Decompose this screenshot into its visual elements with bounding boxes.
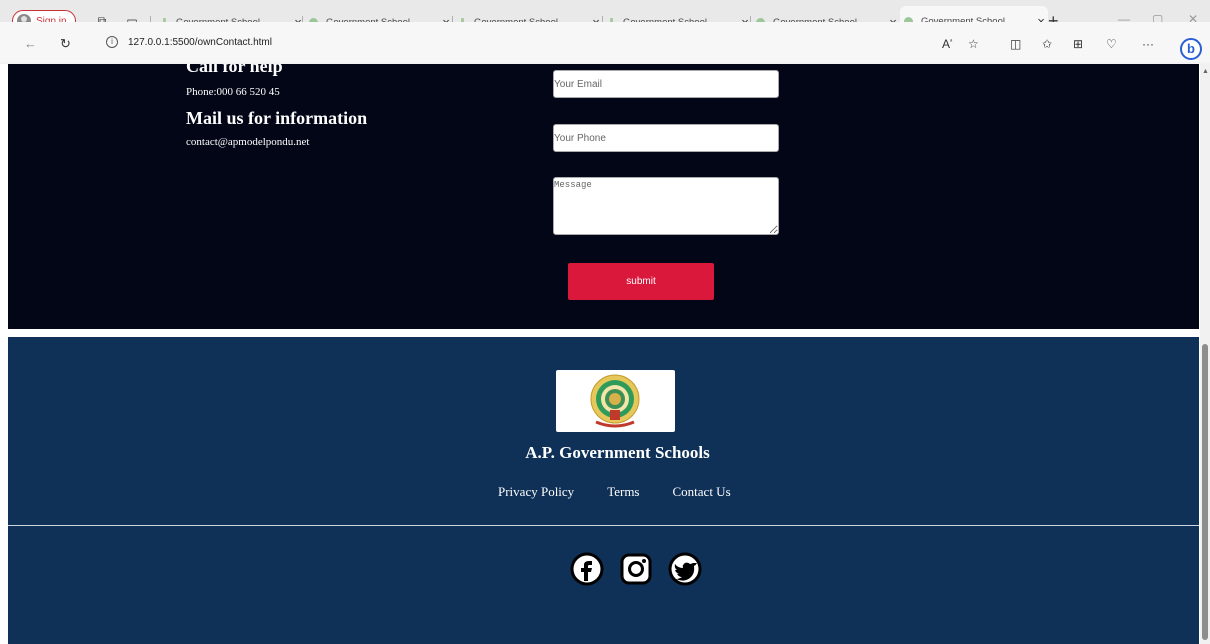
- submit-button[interactable]: submit: [568, 263, 714, 300]
- browser-essentials-icon[interactable]: ♡: [1106, 37, 1117, 51]
- footer-divider: [8, 525, 1199, 526]
- social-links: [570, 552, 702, 586]
- message-textarea[interactable]: [553, 177, 779, 235]
- more-menu-icon[interactable]: ···: [1142, 37, 1154, 51]
- scroll-up-arrow-icon[interactable]: ▲: [1202, 68, 1209, 75]
- mail-heading: Mail us for information: [186, 108, 368, 128]
- favorite-star-icon[interactable]: ☆: [968, 37, 979, 51]
- instagram-icon[interactable]: [619, 552, 653, 586]
- contact-us-link[interactable]: Contact Us: [673, 484, 731, 500]
- site-info-icon[interactable]: i: [106, 36, 118, 48]
- help-heading: Call for help: [186, 64, 283, 76]
- read-aloud-icon[interactable]: Aᵃ: [942, 37, 952, 51]
- footer-title: A.P. Government Schools: [525, 443, 710, 462]
- email-text: contact@apmodelpondu.net: [186, 136, 310, 148]
- ap-emblem-logo: [556, 370, 675, 432]
- page-scrollbar[interactable]: ▲: [1200, 64, 1210, 644]
- facebook-icon[interactable]: [570, 552, 604, 586]
- collections-icon[interactable]: ⊞: [1073, 37, 1083, 51]
- refresh-icon[interactable]: ↻: [60, 36, 71, 52]
- address-bar[interactable]: i 127.0.0.1:5500/ownContact.html: [96, 28, 916, 56]
- footer-links: Privacy Policy Terms Contact Us: [498, 484, 731, 500]
- favorites-icon[interactable]: ✩: [1042, 37, 1052, 51]
- page-viewport: Call for help Phone:000 66 520 45 Mail u…: [0, 64, 1210, 644]
- ap-emblem-icon: [590, 374, 640, 428]
- twitter-icon[interactable]: [668, 552, 702, 586]
- address-bar-row: ← ↻ i 127.0.0.1:5500/ownContact.html Aᵃ …: [0, 22, 1210, 62]
- back-icon[interactable]: ←: [24, 36, 37, 51]
- terms-link[interactable]: Terms: [607, 484, 639, 500]
- email-input[interactable]: [553, 70, 779, 98]
- privacy-policy-link[interactable]: Privacy Policy: [498, 484, 574, 500]
- scrollbar-thumb[interactable]: [1202, 344, 1208, 640]
- phone-input[interactable]: [553, 124, 779, 152]
- footer: A.P. Government Schools Privacy Policy T…: [8, 337, 1199, 644]
- url-text: 127.0.0.1:5500/ownContact.html: [128, 36, 272, 48]
- split-screen-icon[interactable]: ◫: [1010, 37, 1021, 51]
- bing-copilot-icon[interactable]: b: [1180, 38, 1202, 60]
- phone-text: Phone:000 66 520 45: [186, 86, 280, 98]
